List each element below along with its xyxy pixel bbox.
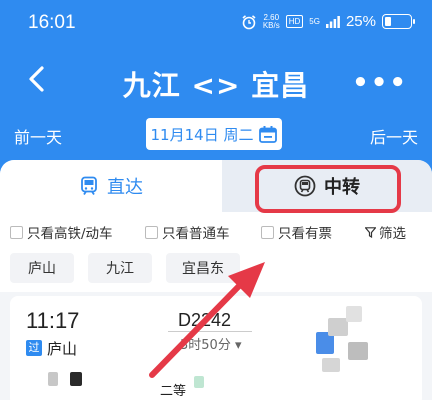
status-icons: 2.60 KB/s HD 5G 25%	[241, 13, 415, 30]
sift-button[interactable]: 筛选	[365, 222, 406, 242]
checkbox-has-ticket[interactable]	[261, 225, 274, 239]
next-day-button[interactable]: 后一天	[370, 124, 418, 148]
train-line	[168, 331, 252, 332]
sift-label: 筛选	[379, 226, 406, 242]
filter-high-speed-label: 只看高铁/动车	[27, 226, 113, 242]
duration: 3时50分 ▾	[180, 338, 242, 353]
network-label: 5G	[309, 16, 320, 26]
calendar-icon	[259, 125, 278, 143]
signal-icon	[325, 15, 340, 28]
more-horizontal-icon[interactable]: •••	[352, 68, 408, 98]
pass-tag: 过	[26, 340, 42, 356]
filter-row: 只看高铁/动车 只看普通车 只看有票 筛选	[0, 212, 432, 248]
filter-high-speed[interactable]: 只看高铁/动车	[10, 222, 113, 242]
battery-fill	[385, 17, 391, 26]
filter-normal[interactable]: 只看普通车	[145, 222, 230, 242]
filter-has-ticket[interactable]: 只看有票	[261, 222, 332, 242]
seat-class: 二等	[160, 384, 187, 399]
blurred-content	[348, 342, 368, 360]
blurred-content	[346, 306, 362, 322]
checkbox-high-speed[interactable]	[10, 225, 23, 239]
app-screen: 16:01 2.60 KB/s HD 5G 25% 九江 <> 宜昌 ••• 前…	[0, 0, 432, 400]
station-chip[interactable]: 宜昌东	[166, 253, 240, 283]
net-rate-unit: KB/s	[262, 20, 280, 30]
prev-day-button[interactable]: 前一天	[14, 124, 62, 148]
station-chip[interactable]: 九江	[88, 253, 152, 283]
train-card[interactable]: 11:17 过 庐山 D2242 3时50分 ▾ 二等	[10, 296, 422, 400]
station-chip[interactable]: 庐山	[10, 253, 74, 283]
train-number: D2242	[178, 310, 232, 330]
title-bar: 九江 <> 宜昌 •••	[0, 46, 432, 114]
duration-text: 3时50分	[180, 338, 231, 353]
blurred-content	[322, 358, 340, 372]
funnel-icon	[365, 226, 376, 238]
blurred-content	[328, 318, 348, 336]
battery-icon	[382, 14, 415, 29]
departure-time: 11:17	[26, 308, 80, 333]
filter-has-ticket-label: 只看有票	[278, 226, 332, 242]
date-bar: 前一天 11月14日 周二 后一天	[0, 114, 432, 160]
tab-direct-label: 直达	[107, 177, 143, 198]
blurred-content	[70, 372, 82, 386]
transfer-tab-highlight	[255, 165, 401, 213]
hd-badge: HD	[285, 15, 304, 28]
tab-direct[interactable]: 直达	[0, 160, 222, 212]
status-time: 16:01	[28, 12, 76, 33]
net-rate: 2.60 KB/s	[262, 13, 280, 30]
checkbox-normal[interactable]	[145, 225, 158, 239]
date-label: 11月14日 周二	[150, 125, 254, 144]
station-chips: 庐山 九江 宜昌东	[0, 248, 432, 292]
battery-percent: 25%	[345, 13, 376, 30]
status-bar: 16:01 2.60 KB/s HD 5G 25%	[0, 0, 432, 46]
filter-normal-label: 只看普通车	[162, 226, 230, 242]
date-picker-button[interactable]: 11月14日 周二	[146, 118, 282, 150]
blurred-content	[48, 372, 58, 386]
departure-station: 庐山	[47, 340, 78, 358]
blurred-content	[194, 376, 204, 388]
train-icon	[81, 176, 97, 195]
alarm-icon	[242, 14, 256, 29]
